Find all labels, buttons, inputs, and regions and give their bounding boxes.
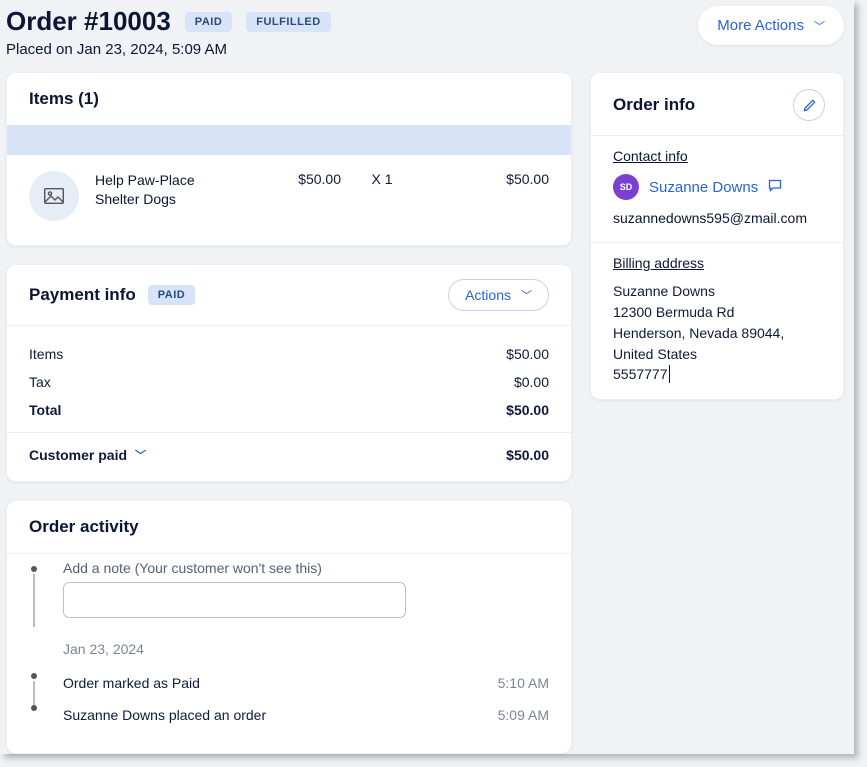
item-name: Help Paw-Place Shelter Dogs (95, 171, 225, 209)
activity-title: Order activity (7, 501, 571, 553)
order-info-title: Order info (613, 95, 695, 115)
customer-paid-value: $50.00 (506, 447, 549, 463)
placed-on-text: Placed on Jan 23, 2024, 5:09 AM (6, 41, 331, 58)
chat-icon[interactable] (768, 179, 782, 195)
order-title: Order #10003 (6, 6, 171, 37)
activity-event-time: 5:10 AM (498, 675, 549, 691)
image-icon (44, 188, 64, 204)
timeline-dot (31, 673, 37, 679)
item-line-total: $50.00 (423, 171, 549, 187)
payment-tax-value: $0.00 (514, 374, 549, 390)
billing-address-heading: Billing address (613, 255, 704, 271)
timeline-line (33, 574, 35, 627)
item-row[interactable]: Help Paw-Place Shelter Dogs $50.00 X 1 $… (7, 155, 571, 245)
billing-city: Henderson, Nevada 89044, United States (613, 323, 823, 365)
paid-badge: PAID (185, 12, 232, 32)
chevron-down-icon: ﹀ (814, 18, 825, 34)
pencil-icon (802, 98, 817, 113)
chevron-down-icon: ﹀ (521, 287, 532, 303)
payment-actions-button[interactable]: Actions ﹀ (448, 279, 549, 311)
contact-name-link[interactable]: Suzanne Downs (649, 179, 758, 196)
payment-card: Payment info PAID Actions ﹀ Items $50.00… (6, 264, 572, 482)
activity-event-text: Order marked as Paid (63, 675, 200, 691)
items-selection-bar (7, 125, 571, 155)
payment-items-label: Items (29, 346, 63, 362)
payment-total-value: $50.00 (506, 402, 549, 418)
timeline-dot (31, 705, 37, 711)
items-card: Items (1) Help Paw-Place Shelter Dogs $5… (6, 72, 572, 246)
billing-street: 12300 Bermuda Rd (613, 302, 823, 323)
more-actions-button[interactable]: More Actions ﹀ (698, 6, 844, 45)
items-card-title: Items (1) (7, 73, 571, 125)
billing-phone: 5557777 (613, 365, 670, 383)
item-thumbnail (29, 171, 79, 221)
customer-paid-label: Customer paid (29, 447, 127, 463)
fulfilled-badge: FULFILLED (246, 12, 330, 32)
add-note-input[interactable] (63, 582, 406, 618)
payment-actions-label: Actions (465, 287, 511, 303)
billing-name: Suzanne Downs (613, 281, 823, 302)
item-qty: X 1 (357, 171, 407, 187)
payment-paid-badge: PAID (148, 285, 195, 305)
contact-info-heading: Contact info (613, 148, 688, 164)
contact-email: suzannedowns595@zmail.com (613, 210, 823, 226)
add-note-label: Add a note (Your customer won't see this… (63, 560, 549, 576)
payment-tax-label: Tax (29, 374, 51, 390)
payment-items-value: $50.00 (506, 346, 549, 362)
timeline-dot (31, 566, 37, 572)
activity-date: Jan 23, 2024 (29, 621, 549, 667)
activity-card: Order activity Add a note (Your customer… (6, 500, 572, 754)
item-unit-price: $50.00 (241, 171, 341, 187)
payment-title: Payment info (29, 285, 136, 305)
activity-event-time: 5:09 AM (498, 707, 549, 723)
order-header: Order #10003 PAID FULFILLED Placed on Ja… (6, 0, 844, 72)
payment-total-label: Total (29, 402, 61, 418)
avatar: SD (613, 174, 639, 200)
activity-event-text: Suzanne Downs placed an order (63, 707, 266, 723)
chevron-down-icon: ﹀ (135, 447, 146, 463)
order-info-card: Order info Contact info SD Suzanne Downs (590, 72, 844, 400)
customer-paid-toggle[interactable]: Customer paid ﹀ (29, 447, 146, 463)
more-actions-label: More Actions (717, 17, 804, 34)
edit-order-info-button[interactable] (793, 89, 825, 121)
